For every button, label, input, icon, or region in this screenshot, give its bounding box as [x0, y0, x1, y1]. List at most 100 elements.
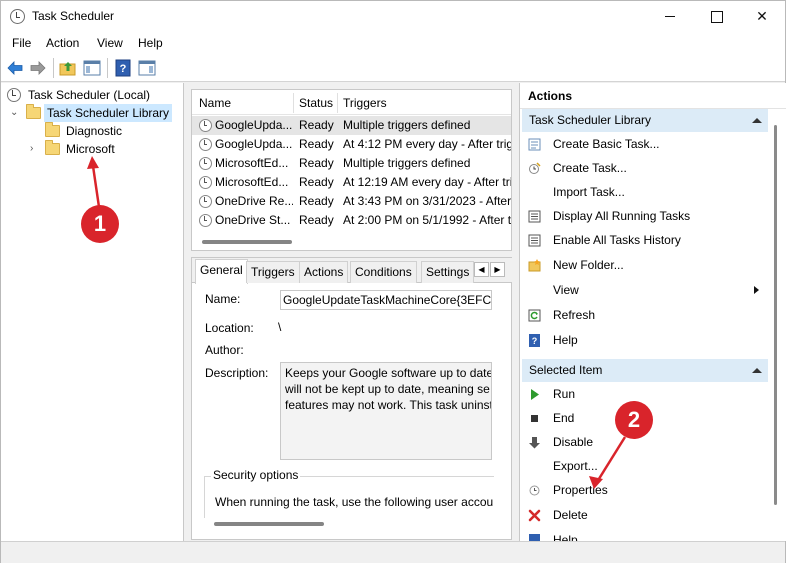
action-create-basic-task[interactable]: Create Basic Task...	[520, 133, 766, 155]
column-status[interactable]: Status	[299, 96, 333, 110]
task-name: MicrosoftEd...	[215, 156, 289, 170]
section-selected-item[interactable]: Selected Item	[522, 359, 768, 382]
title-bar: Task Scheduler ✕	[1, 1, 785, 32]
table-row[interactable]: OneDrive St... Ready At 2:00 PM on 5/1/1…	[192, 211, 511, 230]
column-triggers[interactable]: Triggers	[343, 96, 387, 110]
up-folder-icon[interactable]	[59, 59, 77, 77]
tree-item-local[interactable]: Task Scheduler (Local)	[1, 86, 181, 104]
action-new-folder[interactable]: New Folder...	[520, 254, 766, 276]
tab-triggers[interactable]: Triggers	[246, 261, 300, 283]
task-clock-icon	[199, 138, 212, 151]
action-create-task[interactable]: Create Task...	[520, 157, 766, 179]
menu-action[interactable]: Action	[46, 36, 79, 50]
tab-general[interactable]: General	[195, 259, 248, 284]
task-status: Ready	[299, 156, 334, 170]
tab-settings[interactable]: Settings	[421, 261, 475, 283]
name-field[interactable]: GoogleUpdateTaskMachineCore{3EFCB4	[280, 290, 492, 310]
description-line: will not be kept up to date, meaning se	[285, 382, 490, 396]
author-label: Author:	[205, 343, 244, 357]
help-book-icon[interactable]: ?	[114, 59, 132, 77]
vertical-scrollbar[interactable]	[774, 125, 777, 505]
column-divider[interactable]	[293, 93, 294, 113]
show-hide-console-tree-icon[interactable]	[83, 59, 101, 77]
column-name[interactable]: Name	[199, 96, 231, 110]
task-status: Ready	[299, 118, 334, 132]
task-scheduler-icon	[10, 9, 25, 24]
section-title: Task Scheduler Library	[529, 113, 652, 127]
tree-item-label: Diagnostic	[66, 124, 123, 138]
new-folder-icon	[528, 259, 541, 272]
collapse-up-icon[interactable]	[752, 368, 762, 373]
tab-scroll-left-icon[interactable]: ◀	[474, 262, 489, 277]
help-icon	[529, 534, 540, 541]
tab-conditions[interactable]: Conditions	[350, 261, 417, 283]
task-details: General Triggers Actions Conditions Sett…	[191, 257, 512, 540]
table-row[interactable]: GoogleUpda... Ready Multiple triggers de…	[192, 116, 511, 135]
action-properties[interactable]: Properties	[520, 479, 766, 501]
menu-view[interactable]: View	[97, 36, 123, 50]
action-run[interactable]: Run	[520, 383, 766, 405]
actions-header: Actions	[520, 89, 786, 109]
action-refresh[interactable]: Refresh	[520, 304, 766, 326]
collapse-up-icon[interactable]	[752, 118, 762, 123]
action-help[interactable]: ? Help	[520, 329, 766, 351]
action-label: Enable All Tasks History	[553, 233, 681, 247]
menu-help[interactable]: Help	[138, 36, 163, 50]
show-hide-action-pane-icon[interactable]	[138, 59, 156, 77]
action-label: Export...	[553, 459, 598, 473]
menu-file[interactable]: File	[12, 36, 31, 50]
minimize-button[interactable]	[647, 1, 693, 32]
menu-bar: File Action View Help	[1, 32, 785, 54]
chevron-right-icon[interactable]: ›	[30, 140, 33, 158]
actions-pane: Actions Task Scheduler Library Create Ba…	[519, 83, 786, 541]
table-row[interactable]: MicrosoftEd... Ready At 12:19 AM every d…	[192, 173, 511, 192]
action-label: Import Task...	[553, 185, 625, 199]
task-triggers: At 3:43 PM on 3/31/2023 - After	[343, 194, 512, 208]
action-view[interactable]: View	[520, 279, 766, 301]
section-title: Selected Item	[529, 363, 603, 377]
description-line: features may not work. This task uninst	[285, 398, 492, 412]
tree-item-diagnostic[interactable]: Diagnostic	[1, 122, 181, 140]
horizontal-scrollbar[interactable]	[214, 522, 324, 526]
tree-item-label: Microsoft	[66, 142, 115, 156]
tab-actions[interactable]: Actions	[299, 261, 349, 283]
task-status: Ready	[299, 213, 334, 227]
submenu-arrow-icon	[754, 286, 759, 294]
description-field[interactable]: Keeps your Google software up to date. w…	[280, 362, 492, 460]
back-arrow-icon[interactable]	[6, 59, 24, 77]
chevron-down-icon[interactable]: ⌄	[10, 104, 18, 122]
action-label: Help	[553, 333, 578, 347]
column-divider[interactable]	[337, 93, 338, 113]
table-row[interactable]: OneDrive Re... Ready At 3:43 PM on 3/31/…	[192, 192, 512, 211]
horizontal-scrollbar[interactable]	[202, 240, 292, 244]
task-clock-icon	[199, 176, 212, 189]
table-row[interactable]: MicrosoftEd... Ready Multiple triggers d…	[192, 154, 511, 173]
action-import-task[interactable]: Import Task...	[520, 181, 766, 203]
table-row[interactable]: GoogleUpda... Ready At 4:12 PM every day…	[192, 135, 511, 154]
action-delete[interactable]: Delete	[520, 504, 766, 526]
refresh-icon	[528, 309, 541, 322]
action-export[interactable]: Export...	[520, 455, 766, 477]
history-icon	[528, 234, 541, 247]
task-clock-icon	[199, 157, 212, 170]
section-task-scheduler-library[interactable]: Task Scheduler Library	[522, 109, 768, 132]
tree-item-library[interactable]: ⌄ Task Scheduler Library	[1, 104, 181, 122]
forward-arrow-icon[interactable]	[29, 59, 47, 77]
task-status: Ready	[299, 137, 334, 151]
run-icon	[531, 389, 539, 400]
maximize-button[interactable]	[693, 1, 739, 32]
security-options-text: When running the task, use the following…	[215, 495, 494, 509]
action-label: Display All Running Tasks	[553, 209, 691, 223]
action-enable-tasks-history[interactable]: Enable All Tasks History	[520, 229, 766, 251]
folder-clock-icon	[26, 104, 41, 119]
action-display-running-tasks[interactable]: Display All Running Tasks	[520, 205, 766, 227]
svg-text:?: ?	[532, 336, 538, 346]
tree-item-microsoft[interactable]: › Microsoft	[1, 140, 181, 158]
task-list-header: Name Status Triggers	[192, 90, 511, 115]
close-button[interactable]: ✕	[739, 1, 785, 32]
tab-scroll-right-icon[interactable]: ▶	[490, 262, 505, 277]
description-label: Description:	[205, 366, 269, 380]
action-label: Refresh	[553, 308, 596, 322]
security-options-title: Security options	[211, 468, 301, 482]
action-help-selected[interactable]: Help	[520, 529, 766, 541]
